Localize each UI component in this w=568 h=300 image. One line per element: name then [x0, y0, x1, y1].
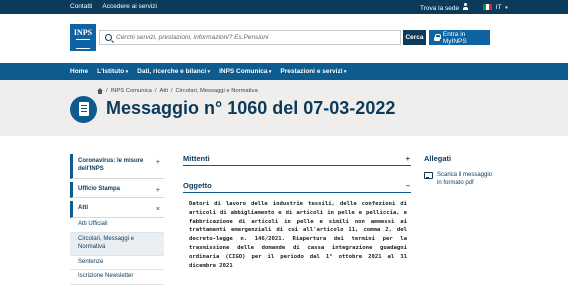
logo-text: INPS — [73, 28, 93, 37]
breadcrumb: / INPS Comunica / Atti / Circolari, Mess… — [97, 88, 258, 94]
search-button[interactable]: Cerca — [403, 30, 426, 45]
home-icon[interactable] — [97, 88, 103, 94]
search-icon — [105, 34, 112, 41]
collapse-icon[interactable]: – — [406, 181, 410, 190]
login-myinps-label: Entra in MyINPS — [442, 30, 467, 45]
breadcrumb-inps-comunica[interactable]: INPS Comunica — [111, 88, 152, 94]
document-icon — [70, 96, 97, 123]
main-content: Mittenti + Oggetto – Datori di lavoro de… — [183, 152, 411, 271]
sidebar-item-atti[interactable]: Atti × — [70, 201, 164, 219]
download-pdf-label: Scarica il messaggio in formato pdf — [437, 172, 493, 187]
find-office-label: Trova la sede — [420, 5, 460, 12]
sidebar-subitem-atti-ufficiali[interactable]: Atti Ufficiali — [70, 218, 164, 233]
login-myinps-button[interactable]: Entra in MyINPS — [429, 30, 490, 45]
breadcrumb-atti[interactable]: Atti — [160, 88, 168, 94]
site-header: INPS Cerca Entra in MyINPS — [0, 14, 568, 63]
sidebar: Coronavirus: le misure dell'INPS + Uffic… — [70, 154, 164, 286]
sidebar-item-label: Ufficio Stampa — [78, 185, 121, 192]
sidebar-item-label: Coronavirus: le misure dell'INPS — [78, 158, 144, 172]
nav-item-prestazioni[interactable]: Prestazioni e servizi — [280, 68, 346, 75]
oggetto-text: Datori di lavoro delle industrie tessili… — [189, 201, 407, 269]
accordion-oggetto-label: Oggetto — [183, 181, 212, 190]
collapse-icon[interactable]: × — [156, 205, 160, 214]
chevron-down-icon: ▾ — [505, 5, 508, 11]
inps-logo[interactable]: INPS — [70, 24, 96, 51]
logo-mark-icon — [76, 39, 90, 49]
sidebar-item-ufficio-stampa[interactable]: Ufficio Stampa + — [70, 181, 164, 199]
attachments-title: Allegati — [424, 154, 452, 163]
accordion-mittenti[interactable]: Mittenti + — [183, 152, 411, 166]
language-label: IT — [495, 4, 502, 11]
nav-item-istituto[interactable]: L'Istituto — [97, 68, 128, 75]
sidebar-subitem-newsletter[interactable]: Iscrizione Newsletter — [70, 270, 164, 286]
italy-flag-icon — [482, 4, 492, 11]
accordion-mittenti-label: Mittenti — [183, 154, 210, 163]
language-selector[interactable]: IT ▾ — [482, 4, 508, 11]
download-pdf-link[interactable]: Scarica il messaggio in formato pdf — [424, 171, 494, 187]
nav-item-home[interactable]: Home — [70, 68, 88, 75]
title-band: / INPS Comunica / Atti / Circolari, Mess… — [0, 80, 568, 136]
expand-icon[interactable]: + — [406, 154, 410, 163]
sidebar-item-label: Atti — [78, 205, 88, 212]
breadcrumb-current: Circolari, Messaggi e Normativa — [175, 88, 258, 94]
contatti-link[interactable]: Contatti — [70, 3, 92, 10]
nav-item-inps-comunica[interactable]: INPS Comunica — [219, 68, 271, 75]
find-office-link[interactable]: Trova la sede — [420, 3, 469, 12]
sidebar-subitem-sentenze[interactable]: Sentenze — [70, 256, 164, 271]
person-icon — [463, 3, 469, 10]
sidebar-item-coronavirus[interactable]: Coronavirus: le misure dell'INPS + — [70, 154, 164, 179]
page-title: Messaggio n° 1060 del 07-03-2022 — [106, 98, 396, 118]
expand-icon[interactable]: + — [156, 158, 160, 167]
search-input[interactable] — [116, 32, 396, 43]
download-icon — [424, 172, 433, 179]
main-navigation: Home L'Istituto Dati, ricerche e bilanci… — [0, 63, 568, 80]
accedere-servizi-link[interactable]: Accedere ai servizi — [102, 3, 157, 10]
nav-item-dati[interactable]: Dati, ricerche e bilanci — [137, 68, 210, 75]
accordion-oggetto[interactable]: Oggetto – — [183, 179, 411, 193]
search-box — [99, 30, 401, 45]
sidebar-subitem-circolari[interactable]: Circolari, Messaggi e Normativa — [70, 232, 164, 256]
lock-icon — [434, 34, 441, 41]
expand-icon[interactable]: + — [156, 186, 160, 195]
top-utility-bar: Contatti Accedere ai servizi Trova la se… — [0, 0, 568, 14]
attachments-panel: Allegati Scarica il messaggio in formato… — [424, 154, 494, 187]
